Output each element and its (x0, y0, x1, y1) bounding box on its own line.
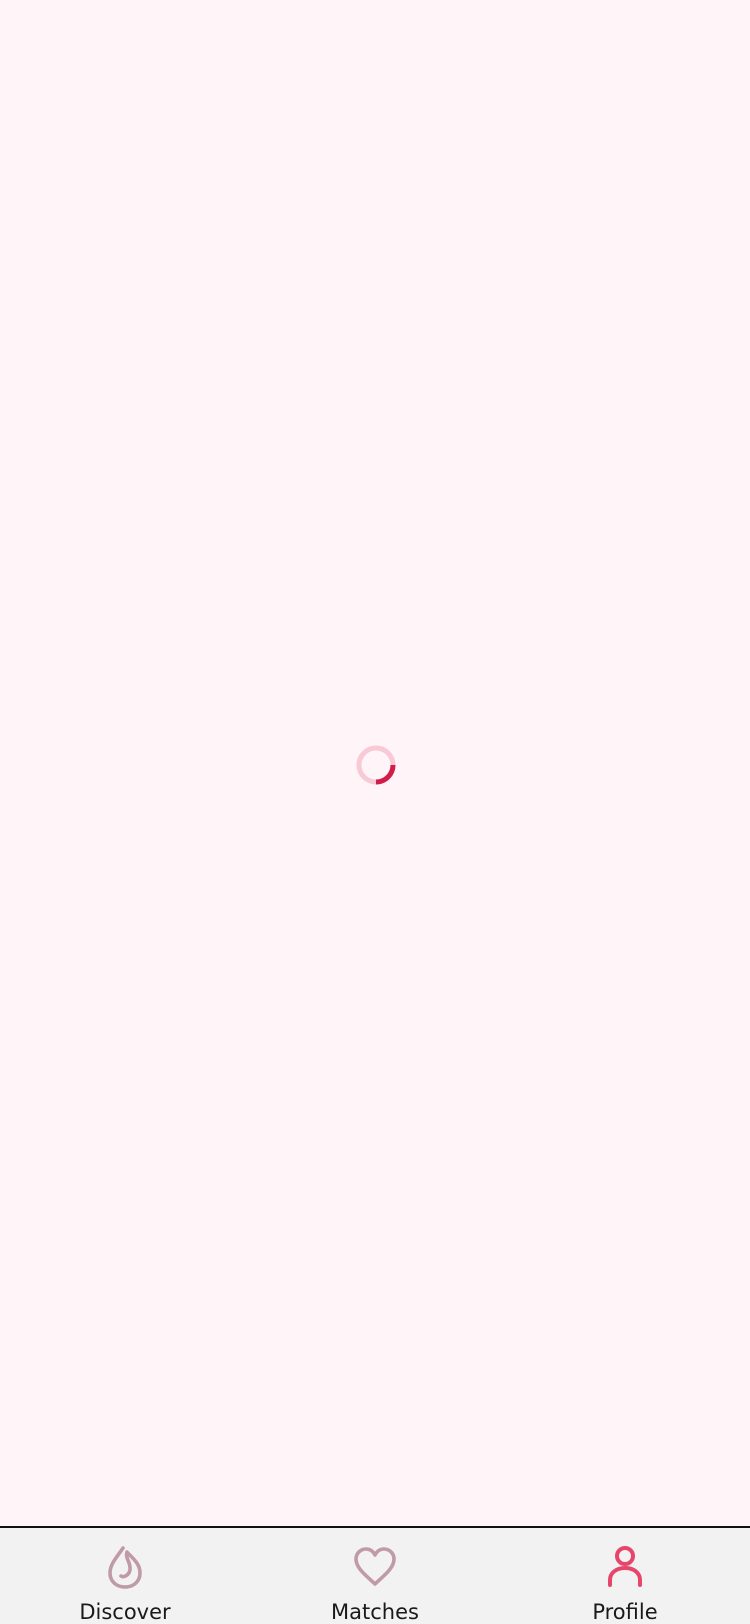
spinner-arc (375, 764, 396, 785)
user-icon (602, 1544, 648, 1590)
loading-spinner-icon (356, 745, 396, 785)
main-content (0, 0, 750, 1526)
flame-icon (102, 1544, 148, 1590)
loading-spinner (355, 744, 397, 786)
tab-matches[interactable]: Matches (250, 1528, 500, 1624)
tab-matches-label: Matches (331, 1600, 419, 1624)
tab-discover[interactable]: Discover (0, 1528, 250, 1624)
bottom-tab-bar: Discover Matches Profile (0, 1526, 750, 1624)
tab-profile-label: Profile (592, 1600, 658, 1624)
tab-profile[interactable]: Profile (500, 1528, 750, 1624)
heart-icon (352, 1544, 398, 1590)
tab-discover-label: Discover (79, 1600, 171, 1624)
app-screen: Discover Matches Profile (0, 0, 750, 1624)
